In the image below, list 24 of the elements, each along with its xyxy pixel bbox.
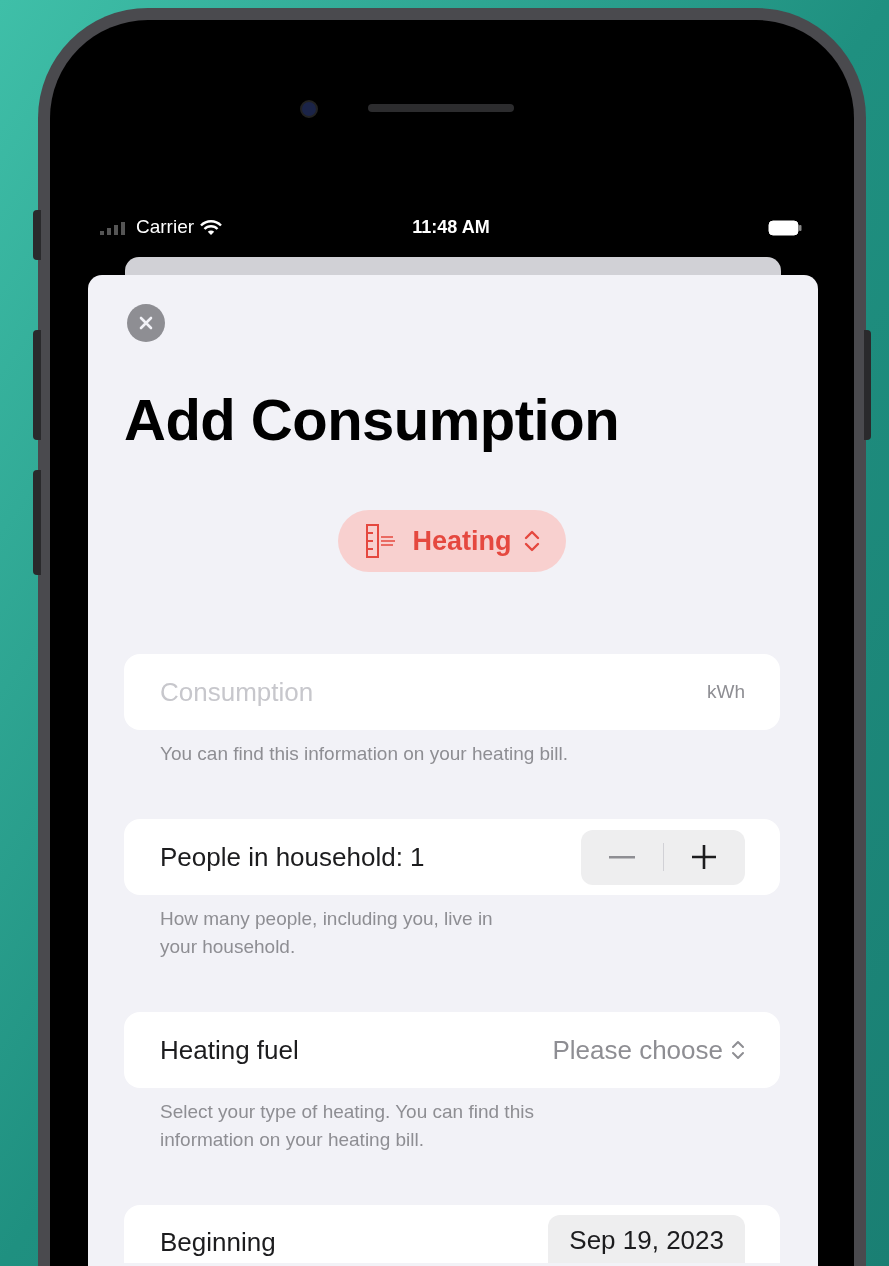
consumption-field[interactable]: Consumption kWh xyxy=(124,654,780,730)
updown-chevron-icon xyxy=(523,530,540,552)
footnote-text: Select your type of heating. You can find this information on your heating bill. xyxy=(159,1100,535,1152)
row-label: Beginning xyxy=(160,1226,277,1257)
close-button[interactable] xyxy=(127,304,165,342)
clock-time: 11:48 AM xyxy=(412,216,490,239)
camera-icon xyxy=(300,100,318,118)
consumption-input[interactable]: Consumption xyxy=(160,672,707,712)
battery-icon xyxy=(768,219,802,236)
close-icon xyxy=(139,316,153,330)
footnote-text: How many people, including you, live in your household. xyxy=(159,907,494,959)
row-label: People in household: 1 xyxy=(160,840,426,874)
row-label: Heating fuel xyxy=(160,1033,300,1067)
updown-chevron-icon xyxy=(731,1040,745,1060)
minus-icon xyxy=(608,855,635,859)
wifi-icon xyxy=(200,219,223,236)
fuel-picker[interactable]: Please choose xyxy=(552,1030,745,1070)
sheet-title: Add Consumption xyxy=(124,388,621,452)
plus-icon xyxy=(691,844,718,870)
carrier-name: Carrier xyxy=(136,215,195,240)
footnote-text: You can find this information on your heating bill. xyxy=(159,742,570,766)
date-picker[interactable]: Sep 19, 2023 xyxy=(548,1215,745,1263)
unit-label: kWh xyxy=(707,679,745,704)
category-picker[interactable]: Heating xyxy=(338,510,566,572)
